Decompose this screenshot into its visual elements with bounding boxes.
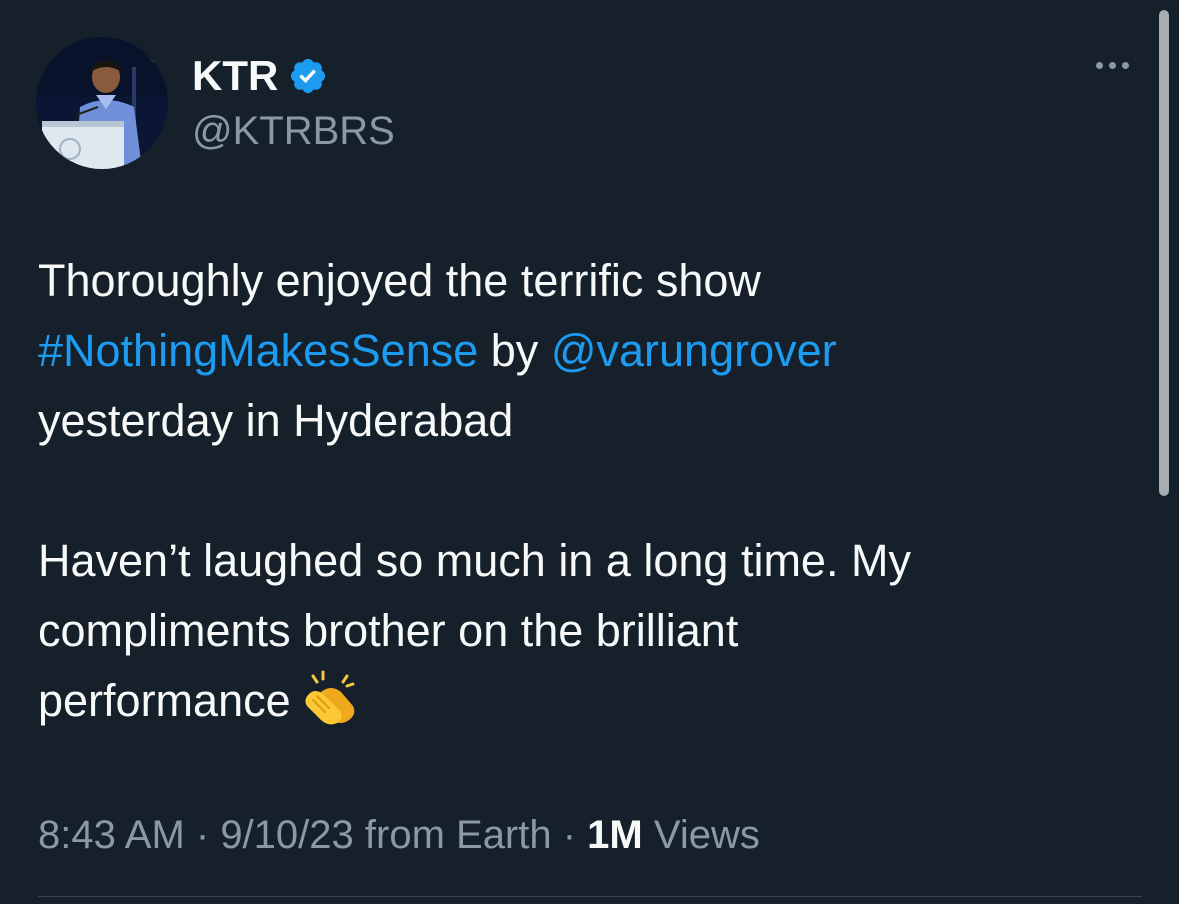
views-label[interactable]: Views bbox=[643, 813, 760, 857]
display-name[interactable]: KTR bbox=[192, 50, 278, 102]
by-word: by bbox=[478, 325, 551, 376]
clapping-hands-icon bbox=[301, 670, 359, 746]
divider bbox=[38, 896, 1142, 897]
author-name-row[interactable]: KTR bbox=[192, 50, 328, 102]
tweet-line-5: compliments brother on the brilliant bbox=[38, 605, 739, 656]
author-handle[interactable]: @KTRBRS bbox=[192, 106, 395, 156]
tweet-meta: 8:43 AM · 9/10/23 from Earth · 1M Views bbox=[38, 808, 760, 862]
tweet-detail: KTR @KTRBRS Thoroughly enjoyed the terri… bbox=[0, 0, 1179, 904]
tweet-line-6: performance bbox=[38, 666, 1038, 746]
scrollbar[interactable] bbox=[1159, 10, 1169, 496]
tweet-line-2: #NothingMakesSense by @varungrover bbox=[38, 316, 1038, 386]
verified-badge-icon bbox=[288, 56, 328, 96]
meta-separator: · bbox=[184, 813, 221, 857]
hashtag-link[interactable]: #NothingMakesSense bbox=[38, 325, 478, 376]
more-horizontal-icon[interactable] bbox=[1096, 62, 1129, 69]
tweet-source: from Earth bbox=[353, 813, 552, 857]
avatar[interactable] bbox=[36, 37, 168, 169]
meta-separator: · bbox=[551, 813, 588, 857]
views-count[interactable]: 1M bbox=[587, 813, 643, 857]
tweet-line-1: Thoroughly enjoyed the terrific show bbox=[38, 255, 761, 306]
tweet-line-4: Haven’t laughed so much in a long time. … bbox=[38, 535, 911, 586]
tweet-date[interactable]: 9/10/23 bbox=[220, 813, 353, 857]
tweet-line-3: yesterday in Hyderabad bbox=[38, 395, 514, 446]
tweet-time[interactable]: 8:43 AM bbox=[38, 813, 185, 857]
tweet-line-6-text: performance bbox=[38, 675, 291, 726]
tweet-text: Thoroughly enjoyed the terrific show #No… bbox=[38, 246, 1038, 746]
mention-link[interactable]: @varungrover bbox=[551, 325, 837, 376]
